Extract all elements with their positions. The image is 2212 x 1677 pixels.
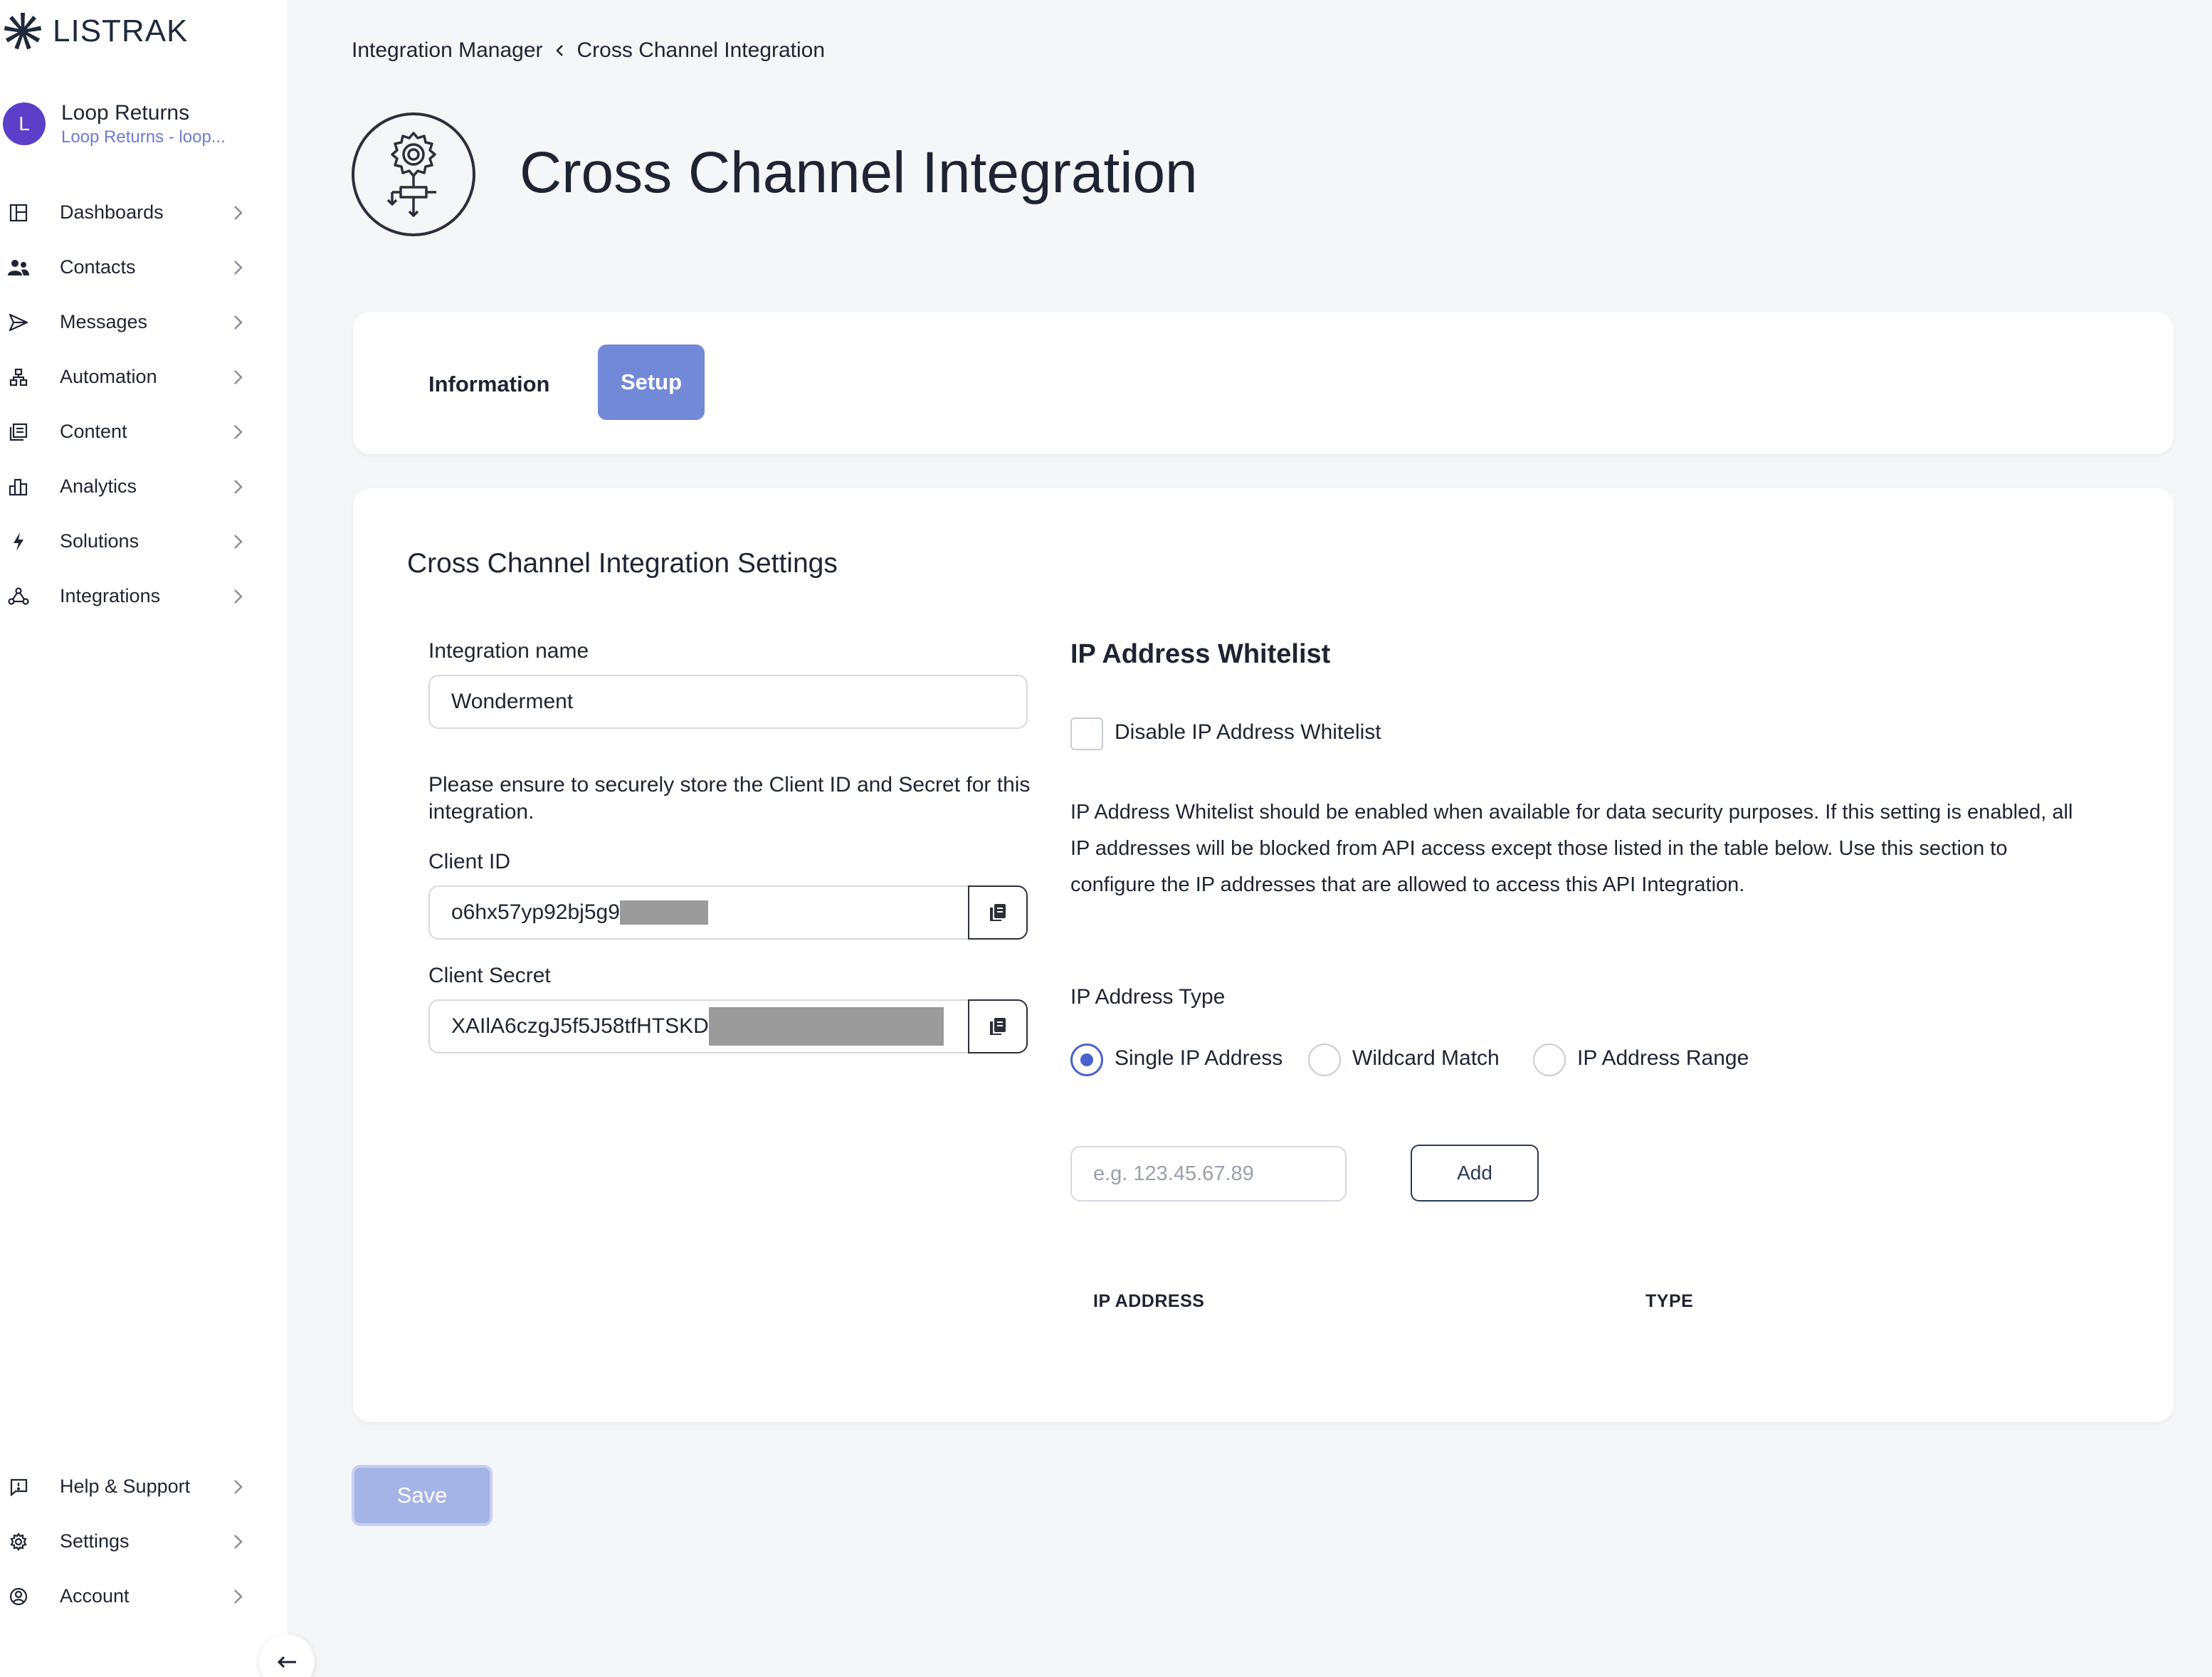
sidebar-item-content[interactable]: Content [0,404,288,459]
lightning-icon [7,530,30,553]
column-header-type: TYPE [1645,1291,1694,1311]
tab-information[interactable]: Information [428,372,550,397]
sidebar-item-analytics[interactable]: Analytics [0,459,288,514]
chevron-right-icon [234,1589,243,1604]
save-button[interactable]: Save [352,1465,493,1526]
sidebar-item-label: Account [60,1585,130,1607]
account-switcher[interactable]: L Loop Returns Loop Returns - loop... [3,100,226,148]
copy-icon [990,1018,1006,1035]
tab-setup[interactable]: Setup [598,345,705,420]
sidebar-item-solutions[interactable]: Solutions [0,514,288,569]
radio-wildcard-match[interactable] [1308,1043,1341,1076]
listrak-logo[interactable]: LISTRAK [3,10,188,53]
radio-single-ip[interactable] [1070,1043,1103,1076]
brand-name: LISTRAK [53,14,189,48]
integration-gear-icon [352,112,475,236]
radio-wildcard-match-label: Wildcard Match [1352,1046,1500,1070]
dashboard-icon [7,201,30,224]
client-id-input[interactable]: o6hx57yp92bj5g9 [428,885,971,940]
sidebar-item-label: Solutions [60,530,139,552]
chevron-right-icon [234,589,243,604]
automation-icon [7,366,30,389]
ip-address-input[interactable] [1070,1146,1347,1202]
help-icon [7,1476,30,1498]
sidebar-item-label: Contacts [60,256,136,278]
redacted-block [619,900,708,925]
chevron-right-icon [234,205,243,220]
chevron-right-icon [234,315,243,330]
chevron-right-icon [234,534,243,549]
ip-type-label: IP Address Type [1070,985,1226,1009]
integrations-icon [7,585,30,608]
sidebar-item-label: Integrations [60,585,161,606]
sidebar-item-messages[interactable]: Messages [0,295,288,349]
disable-whitelist-checkbox[interactable] [1070,717,1103,750]
content-icon [7,421,30,443]
chevron-right-icon [234,479,243,494]
client-secret-value: XAIlA6czgJ5f5J58tfHTSKD [451,1014,709,1038]
bar-chart-icon [7,475,30,498]
avatar: L [3,102,46,145]
redacted-block [708,1007,944,1046]
tabs-card: Information Setup [353,312,2174,454]
sidebar-item-automation[interactable]: Automation [0,349,288,404]
sidebar-item-label: Content [60,421,127,442]
radio-ip-range-label: IP Address Range [1577,1046,1749,1070]
chevron-right-icon [234,424,243,439]
client-secret-label: Client Secret [428,964,551,987]
sidebar-item-integrations[interactable]: Integrations [0,569,288,624]
page-title: Cross Channel Integration [520,140,1198,205]
gear-icon [7,1530,30,1553]
sidebar-bottom-nav: Help & Support Settings Account [0,1459,288,1624]
listrak-logo-icon [3,11,43,51]
settings-card: Cross Channel Integration Settings Integ… [353,488,2174,1422]
copy-icon [990,904,1006,921]
chevron-right-icon [234,260,243,275]
breadcrumb-current: Cross Channel Integration [576,38,826,62]
chevron-left-icon [555,45,563,56]
sidebar-item-label: Settings [60,1530,130,1552]
send-icon [7,311,30,334]
chevron-right-icon [234,369,243,384]
settings-title: Cross Channel Integration Settings [407,548,838,579]
sidebar-item-account[interactable]: Account [0,1569,288,1624]
client-id-label: Client ID [428,850,511,873]
copy-client-secret-button[interactable] [968,999,1028,1053]
disable-whitelist-label: Disable IP Address Whitelist [1115,720,1381,744]
sidebar-item-help-support[interactable]: Help & Support [0,1459,288,1514]
sidebar-item-contacts[interactable]: Contacts [0,240,288,295]
account-name: Loop Returns [61,101,190,125]
secure-storage-note: Please ensure to securely store the Clie… [428,773,1031,824]
whitelist-title: IP Address Whitelist [1070,639,1331,669]
client-secret-input[interactable]: XAIlA6czgJ5f5J58tfHTSKD [428,999,971,1053]
integration-name-value: Wonderment [451,690,574,713]
integration-name-label: Integration name [428,639,589,663]
integration-name-input[interactable]: Wonderment [428,675,1028,729]
contacts-icon [7,256,30,279]
sidebar-nav: Dashboards Contacts Messages Automation [0,185,288,624]
sidebar-item-label: Messages [60,311,148,332]
copy-client-id-button[interactable] [968,885,1028,940]
account-subtitle: Loop Returns - loop... [61,127,226,147]
user-circle-icon [7,1585,30,1608]
breadcrumb: Integration Manager Cross Channel Integr… [352,38,825,63]
add-ip-button[interactable]: Add [1411,1145,1539,1202]
sidebar: LISTRAK L Loop Returns Loop Returns - lo… [0,0,288,1677]
sidebar-item-dashboards[interactable]: Dashboards [0,185,288,240]
radio-ip-range[interactable] [1533,1043,1566,1076]
radio-single-ip-label: Single IP Address [1115,1046,1283,1070]
chevron-right-icon [234,1479,243,1494]
whitelist-description: IP Address Whitelist should be enabled w… [1070,801,2073,896]
chevron-right-icon [234,1534,243,1549]
client-id-value: o6hx57yp92bj5g9 [451,900,620,924]
arrow-left-icon [277,1656,296,1668]
sidebar-item-label: Automation [60,366,157,387]
sidebar-item-label: Analytics [60,475,137,497]
sidebar-item-label: Help & Support [60,1476,191,1497]
column-header-ip-address: IP ADDRESS [1093,1291,1205,1311]
sidebar-item-label: Dashboards [60,201,164,223]
sidebar-item-settings[interactable]: Settings [0,1514,288,1569]
breadcrumb-parent-link[interactable]: Integration Manager [352,38,543,63]
